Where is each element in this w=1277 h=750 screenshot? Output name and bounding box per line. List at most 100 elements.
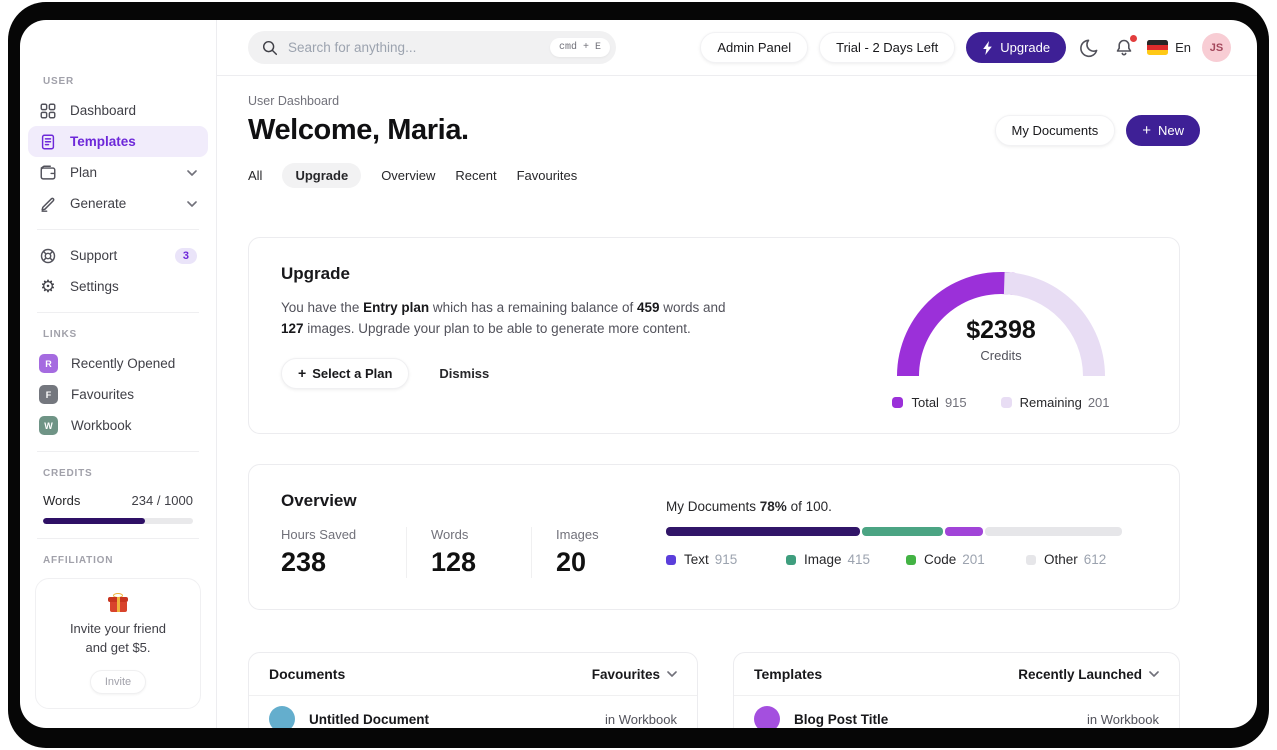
sidebar-item-generate[interactable]: Generate [28, 188, 208, 219]
legend-item-code: Code 201 [906, 552, 1026, 567]
plus-icon: + [1142, 122, 1151, 139]
document-location: in Workbook [604, 711, 677, 727]
upgrade-button[interactable]: Upgrade [966, 32, 1067, 63]
support-icon [40, 248, 56, 263]
topbar: cmd + E Admin Panel Trial - 2 Days Left … [217, 20, 1257, 76]
sidebar-link-recently-opened[interactable]: R Recently Opened [28, 348, 208, 379]
document-avatar [269, 706, 295, 728]
divider [37, 229, 199, 230]
select-plan-button[interactable]: + Select a Plan [281, 357, 410, 389]
words-progress-bar [43, 518, 193, 524]
sidebar-item-label: Support [70, 248, 118, 263]
chevron-down-icon [187, 200, 197, 207]
sidebar-link-label: Favourites [71, 387, 135, 402]
dashboard-grid-icon [40, 103, 56, 118]
sidebar-link-favourites[interactable]: F Favourites [28, 379, 208, 410]
pencil-icon [41, 197, 55, 212]
sidebar-section-links: LINKS [43, 329, 77, 340]
new-button[interactable]: + New [1126, 115, 1200, 146]
new-button-label: New [1157, 123, 1184, 138]
bar-segment-other [984, 527, 1122, 536]
upgrade-button-label: Upgrade [1000, 40, 1051, 55]
document-name: Untitled Document [309, 711, 429, 727]
search-icon [262, 40, 278, 55]
sidebar-link-label: Recently Opened [71, 356, 176, 371]
main-area: cmd + E Admin Panel Trial - 2 Days Left … [217, 20, 1257, 728]
templates-card-title: Templates [754, 666, 823, 682]
admin-panel-button[interactable]: Admin Panel [700, 32, 809, 63]
bar-segment-image [861, 527, 943, 536]
divider [37, 451, 199, 452]
tab-bar: All Upgrade Overview Recent Favourites [248, 161, 1200, 189]
gauge-center-label: $2398 Credits [891, 316, 1111, 363]
sidebar-item-templates[interactable]: Templates [28, 126, 208, 157]
sidebar-item-plan[interactable]: Plan [28, 157, 208, 188]
invite-button[interactable]: Invite [89, 669, 147, 694]
sidebar-link-label: Workbook [71, 418, 132, 433]
sidebar-item-settings[interactable]: ⚙ Settings [28, 271, 208, 302]
documents-filter-dropdown[interactable]: Favourites [592, 667, 677, 682]
tab-favourites[interactable]: Favourites [517, 163, 578, 188]
gauge-caption: Credits [980, 348, 1022, 363]
gauge-amount: $2398 [966, 316, 1036, 344]
tab-all[interactable]: All [248, 163, 262, 188]
chevron-down-icon [1149, 671, 1159, 677]
sidebar: USER Dashboard Templates Plan Generate S… [20, 20, 217, 728]
notifications-button[interactable] [1112, 34, 1138, 60]
sidebar-link-workbook[interactable]: W Workbook [28, 410, 208, 441]
gear-icon: ⚙ [40, 276, 56, 296]
language-switcher[interactable]: En [1147, 40, 1191, 55]
sidebar-section-credits: CREDITS [43, 468, 93, 479]
template-location: in Workbook [1086, 711, 1159, 727]
legend-item-text: Text 915 [666, 552, 786, 567]
my-documents-button[interactable]: My Documents [994, 115, 1116, 146]
dark-mode-toggle[interactable] [1077, 36, 1101, 60]
words-progress-fill [43, 518, 145, 524]
sidebar-item-label: Plan [70, 165, 98, 180]
search-bar[interactable]: cmd + E [248, 31, 616, 64]
lightning-icon [983, 40, 993, 55]
sidebar-item-support[interactable]: Support 3 [28, 240, 208, 271]
sidebar-item-label: Dashboard [70, 103, 137, 118]
dismiss-button[interactable]: Dismiss [439, 366, 489, 381]
moon-icon [1080, 39, 1098, 57]
stat-words: Words 128 [406, 527, 531, 578]
trial-badge-button[interactable]: Trial - 2 Days Left [819, 32, 956, 63]
credits-name: Words [43, 493, 81, 508]
templates-filter-dropdown[interactable]: Recently Launched [1018, 667, 1159, 682]
stacked-progress-bar [666, 527, 1122, 536]
affiliation-card: Invite your friend and get $5. Invite [35, 578, 201, 709]
content: User Dashboard Welcome, Maria. My Docume… [217, 76, 1200, 728]
template-name: Blog Post Title [794, 711, 889, 727]
sidebar-item-label: Settings [70, 279, 119, 294]
stacked-bar-legend: Text 915 Image 415 Code 201 Other 612 [666, 552, 1116, 567]
credits-gauge-chart: $2398 Credits Total 915 Remaining 201 [891, 264, 1111, 410]
credits-value: 234 / 1000 [131, 493, 193, 508]
link-initial-badge: F [39, 385, 58, 404]
search-shortcut-chip: cmd + E [549, 38, 610, 57]
chevron-down-icon [187, 169, 197, 176]
document-list-item[interactable]: Untitled Document in Workbook [249, 696, 697, 728]
credits-row: Words 234 / 1000 [43, 493, 193, 508]
sidebar-item-dashboard[interactable]: Dashboard [28, 95, 208, 126]
templates-icon [41, 134, 55, 149]
user-avatar[interactable]: JS [1202, 33, 1231, 62]
overview-card: Overview Hours Saved 238 Words 128 Image… [248, 464, 1180, 610]
tab-recent[interactable]: Recent [455, 163, 496, 188]
documents-card: Documents Favourites Untitled Document i… [248, 652, 698, 728]
template-list-item[interactable]: Blog Post Title in Workbook [734, 696, 1179, 728]
sidebar-section-affiliation: AFFILIATION [43, 555, 114, 566]
link-initial-badge: R [39, 354, 58, 373]
documents-card-title: Documents [269, 666, 346, 682]
bar-segment-text [666, 527, 860, 536]
tab-overview[interactable]: Overview [381, 163, 435, 188]
upgrade-card-body: You have the Entry plan which has a rema… [281, 300, 726, 336]
documents-progress-block: My Documents 78% of 100. Text 915 Image 415… [666, 499, 1122, 567]
tab-upgrade[interactable]: Upgrade [282, 162, 362, 188]
affiliation-text-line2: and get $5. [85, 639, 151, 655]
stat-images: Images 20 [531, 527, 656, 578]
divider [37, 538, 199, 539]
gift-icon [108, 593, 128, 612]
page-title: Welcome, Maria. [248, 114, 469, 146]
search-input[interactable] [288, 40, 550, 55]
